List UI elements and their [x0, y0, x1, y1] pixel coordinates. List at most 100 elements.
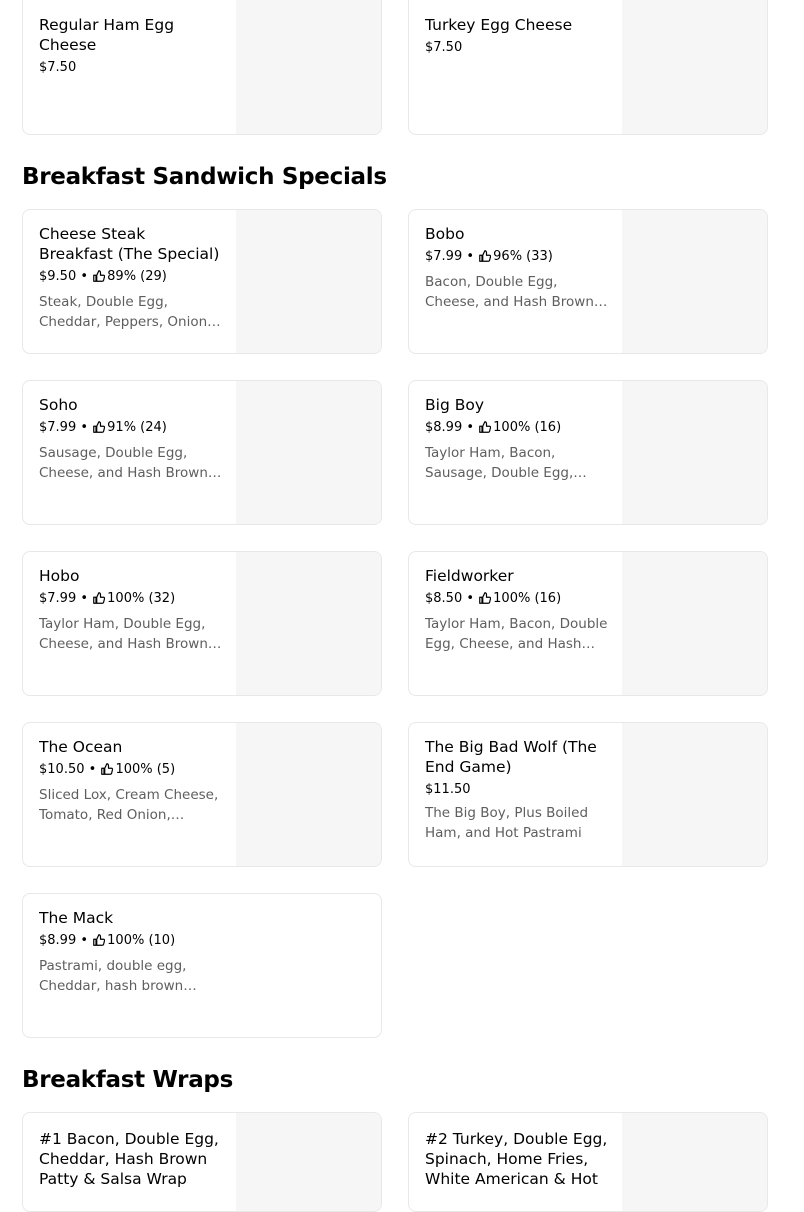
item-image-placeholder	[622, 723, 767, 866]
item-rating: 100% (32)	[107, 591, 176, 606]
menu-item-card[interactable]: The Ocean $10.50 • 100% (5) Sliced Lox, Cr…	[22, 722, 382, 867]
menu-item-card[interactable]: Soho $7.99 • 91% (24) Sausage, Double Egg,…	[22, 380, 382, 525]
item-meta: $7.99 • 100% (32)	[39, 590, 223, 609]
item-name: The Big Bad Wolf (The End Game)	[425, 738, 597, 776]
thumbs-up-icon	[479, 250, 492, 267]
item-name: Hobo	[39, 567, 80, 585]
separator-dot: •	[462, 591, 479, 606]
item-name: The Mack	[39, 909, 114, 927]
item-info: The Mack $8.99 • 100% (10) Pastrami, doubl…	[39, 908, 223, 996]
menu-item-card[interactable]: Regular Ham Egg Cheese $7.50	[22, 0, 382, 135]
section-title-breakfast-sandwich-specials: Breakfast Sandwich Specials	[22, 164, 387, 190]
item-price: $7.99	[425, 249, 463, 264]
menu-item-card[interactable]: Turkey Egg Cheese $7.50	[408, 0, 768, 135]
menu-item-card[interactable]: Fieldworker $8.50 • 100% (16) Taylor Ham, …	[408, 551, 768, 696]
separator-dot: •	[76, 420, 93, 435]
item-meta: $7.99 • 91% (24)	[39, 419, 223, 438]
item-name: Big Boy	[425, 396, 484, 414]
separator-dot: •	[76, 591, 93, 606]
menu-item-card[interactable]: Bobo $7.99 • 96% (33) Bacon, Double Egg, C…	[408, 209, 768, 354]
item-image-placeholder	[236, 1113, 381, 1211]
item-price: $7.99	[39, 420, 77, 435]
item-name: Regular Ham Egg Cheese	[39, 16, 175, 54]
item-image-placeholder	[622, 552, 767, 695]
item-rating: 100% (16)	[493, 591, 562, 606]
item-description: Sausage, Double Egg, Cheese, and Hash Br…	[39, 445, 222, 481]
item-image-placeholder	[622, 381, 767, 524]
item-info: Bobo $7.99 • 96% (33) Bacon, Double Egg, C…	[425, 224, 609, 312]
thumbs-up-icon	[93, 592, 106, 609]
item-info: Hobo $7.99 • 100% (32) Taylor Ham, Double …	[39, 566, 223, 654]
item-image-placeholder	[236, 381, 381, 524]
item-price: $8.99	[39, 933, 77, 948]
menu-item-card[interactable]: The Mack $8.99 • 100% (10) Pastrami, doubl…	[22, 893, 382, 1038]
item-info: Cheese Steak Breakfast (The Special) $9.5…	[39, 224, 223, 332]
item-info: The Big Bad Wolf (The End Game) $11.50 The…	[425, 737, 609, 843]
item-description: Taylor Ham, Double Egg, Cheese, and Hash…	[39, 616, 222, 652]
item-rating: 96% (33)	[493, 249, 553, 264]
item-description: Bacon, Double Egg, Cheese, and Hash Brow…	[425, 274, 594, 310]
thumbs-up-icon	[93, 934, 106, 951]
item-meta: $9.50 • 89% (29)	[39, 268, 223, 287]
item-description: Taylor Ham, Bacon, Double Egg, Cheese, a…	[425, 616, 608, 652]
item-price: $7.50	[425, 40, 463, 55]
item-image-placeholder	[622, 210, 767, 353]
item-price: $8.99	[425, 420, 463, 435]
item-price: $8.50	[425, 591, 463, 606]
item-price: $11.50	[425, 782, 471, 797]
item-info: Fieldworker $8.50 • 100% (16) Taylor Ham, …	[425, 566, 609, 654]
item-meta: $11.50	[425, 781, 609, 798]
section-title-breakfast-wraps: Breakfast Wraps	[22, 1067, 233, 1093]
item-image-placeholder	[236, 552, 381, 695]
item-name: Cheese Steak Breakfast (The Special)	[39, 225, 220, 263]
item-meta: $10.50 • 100% (5)	[39, 761, 223, 780]
item-image-placeholder	[236, 0, 381, 134]
item-name: #1 Bacon, Double Egg, Cheddar, Hash Brow…	[39, 1130, 219, 1188]
item-info: Big Boy $8.99 • 100% (16) Taylor Ham, Baco…	[425, 395, 609, 483]
item-image-placeholder	[236, 723, 381, 866]
item-info: Soho $7.99 • 91% (24) Sausage, Double Egg,…	[39, 395, 223, 483]
item-description: Steak, Double Egg, Cheddar, Peppers, Oni…	[39, 294, 219, 330]
item-meta: $8.99 • 100% (10)	[39, 932, 223, 951]
item-image-placeholder	[622, 0, 767, 134]
item-price: $7.99	[39, 591, 77, 606]
menu-item-card[interactable]: Big Boy $8.99 • 100% (16) Taylor Ham, Baco…	[408, 380, 768, 525]
separator-dot: •	[76, 933, 93, 948]
separator-dot: •	[76, 269, 93, 284]
item-rating: 100% (16)	[493, 420, 562, 435]
menu-item-card[interactable]: The Big Bad Wolf (The End Game) $11.50 The…	[408, 722, 768, 867]
menu-item-card[interactable]: Hobo $7.99 • 100% (32) Taylor Ham, Double …	[22, 551, 382, 696]
item-name: Bobo	[425, 225, 465, 243]
item-description: Pastrami, double egg, Cheddar, hash brow…	[39, 958, 187, 994]
item-image-placeholder	[236, 210, 381, 353]
item-meta: $7.99 • 96% (33)	[425, 248, 609, 267]
thumbs-up-icon	[93, 270, 106, 287]
item-price: $9.50	[39, 269, 77, 284]
item-rating: 91% (24)	[107, 420, 167, 435]
item-description: Taylor Ham, Bacon, Sausage, Double Egg,…	[425, 445, 587, 481]
item-image-placeholder	[622, 1113, 767, 1211]
item-price: $10.50	[39, 762, 85, 777]
separator-dot: •	[462, 249, 479, 264]
thumbs-up-icon	[93, 421, 106, 438]
item-price: $7.50	[39, 60, 77, 75]
item-name: Turkey Egg Cheese	[425, 16, 573, 34]
menu-item-card[interactable]: Cheese Steak Breakfast (The Special) $9.5…	[22, 209, 382, 354]
separator-dot: •	[84, 762, 101, 777]
item-name: The Ocean	[39, 738, 123, 756]
item-meta: $8.99 • 100% (16)	[425, 419, 609, 438]
menu-item-card[interactable]: #2 Turkey, Double Egg, Spinach, Home Fri…	[408, 1112, 768, 1212]
item-rating: 100% (10)	[107, 933, 176, 948]
menu-item-card[interactable]: #1 Bacon, Double Egg, Cheddar, Hash Brow…	[22, 1112, 382, 1212]
item-rating: 89% (29)	[107, 269, 167, 284]
item-rating: 100% (5)	[115, 762, 176, 777]
item-description: Sliced Lox, Cream Cheese, Tomato, Red On…	[39, 787, 219, 823]
separator-dot: •	[462, 420, 479, 435]
thumbs-up-icon	[479, 421, 492, 438]
item-name: Soho	[39, 396, 78, 414]
thumbs-up-icon	[479, 592, 492, 609]
item-meta: $8.50 • 100% (16)	[425, 590, 609, 609]
item-description: The Big Boy, Plus Boiled Ham, and Hot Pa…	[425, 805, 589, 841]
item-name: Fieldworker	[425, 567, 514, 585]
item-info: The Ocean $10.50 • 100% (5) Sliced Lox, Cr…	[39, 737, 223, 825]
